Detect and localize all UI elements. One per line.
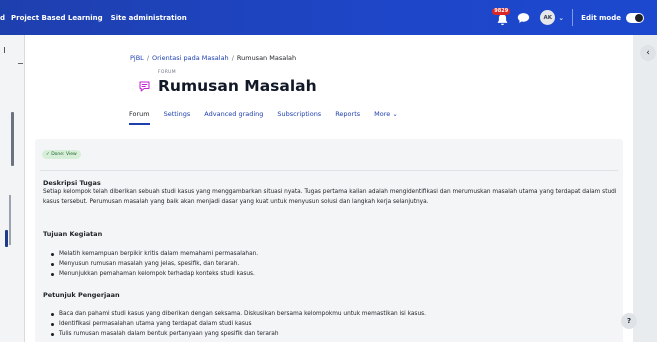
left-drawer-marker bbox=[4, 47, 5, 53]
list-tujuan: Melatih kemampuan berpikir kritis dalam … bbox=[50, 249, 259, 279]
completion-badge: ✓ Done: View bbox=[42, 150, 81, 159]
list-item: Baca dan pahami studi kasus yang diberik… bbox=[51, 311, 426, 317]
section-title-tujuan: Tujuan Kegiatan bbox=[43, 230, 103, 238]
tab-more[interactable]: More ⌄ bbox=[374, 110, 398, 123]
help-button[interactable]: ? bbox=[621, 313, 637, 329]
section-text-deskripsi: Setiap kelompok telah diberikan sebuah s… bbox=[43, 189, 617, 205]
chat-icon[interactable] bbox=[517, 12, 530, 24]
navbar-user-area: 9829 AK ⌄ Edit mode bbox=[492, 0, 657, 35]
page-title: Rumusan Masalah bbox=[158, 77, 317, 95]
breadcrumb-pjbl[interactable]: PjBL bbox=[130, 54, 144, 62]
left-drawer bbox=[0, 35, 25, 342]
tab-settings[interactable]: Settings bbox=[164, 110, 191, 123]
card-divider bbox=[40, 170, 618, 171]
list-item: Melatih kemampuan berpikir kritis dalam … bbox=[50, 251, 259, 257]
top-navbar: d Project Based Learning Site administra… bbox=[0, 0, 657, 35]
list-item: Menunjukkan pemahaman kelompok terhadap … bbox=[50, 269, 258, 279]
navbar-divider bbox=[572, 9, 574, 26]
notification-badge: 9829 bbox=[492, 7, 511, 15]
nav-item-site-administration[interactable]: Site administration bbox=[111, 14, 187, 22]
section-title-deskripsi: Deskripsi Tugas bbox=[43, 179, 101, 187]
notification-button[interactable]: 9829 bbox=[492, 7, 511, 25]
page-kicker: FORUM bbox=[158, 70, 176, 75]
edit-mode-label: Edit mode bbox=[581, 13, 621, 22]
breadcrumb-current: Rumusan Masalah bbox=[236, 54, 297, 62]
avatar[interactable]: AK bbox=[540, 10, 556, 25]
nav-item-cut[interactable]: d bbox=[0, 14, 5, 22]
edit-mode-toggle[interactable] bbox=[626, 12, 644, 23]
right-drawer bbox=[633, 35, 657, 342]
main-content: ✓ Done: View Deskripsi Tugas Setiap kelo… bbox=[25, 131, 633, 342]
tab-reports[interactable]: Reports bbox=[335, 110, 360, 123]
left-drawer-scrollbar[interactable] bbox=[11, 112, 14, 166]
tab-subscriptions[interactable]: Subscriptions bbox=[277, 110, 321, 123]
tab-advanced-grading[interactable]: Advanced grading bbox=[204, 110, 263, 123]
list-item: Tulis rumusan masalah dalam bentuk perta… bbox=[51, 329, 426, 339]
breadcrumb-orientasi[interactable]: Orientasi pada Masalah bbox=[152, 54, 229, 62]
secondary-nav: Forum Settings Advanced grading Subscrip… bbox=[129, 110, 412, 125]
left-drawer-active-indicator bbox=[5, 230, 8, 247]
section-title-petunjuk: Petunjuk Pengerjaan bbox=[43, 291, 120, 299]
left-drawer-divider bbox=[9, 195, 11, 245]
nav-item-project-based-learning[interactable]: Project Based Learning bbox=[11, 14, 103, 22]
tab-forum[interactable]: Forum bbox=[129, 110, 150, 125]
page-header: PjBL / Orientasi pada Masalah / Rumusan Masa… bbox=[25, 35, 633, 131]
drawer-toggle-button[interactable]: ‹ bbox=[640, 45, 656, 61]
breadcrumb-separator: / bbox=[146, 54, 150, 62]
list-petunjuk: Baca dan pahami studi kasus yang diberik… bbox=[51, 309, 426, 339]
left-drawer-dash bbox=[18, 63, 23, 64]
activity-description-card: ✓ Done: View Deskripsi Tugas Setiap kelo… bbox=[35, 139, 623, 342]
forum-icon bbox=[139, 81, 150, 92]
list-item: Menyusun rumusan masalah yang jelas, spe… bbox=[50, 259, 258, 269]
breadcrumb-separator: / bbox=[231, 54, 234, 62]
list-item: Identifikasi permasalahan utama yang ter… bbox=[51, 319, 426, 329]
chevron-down-icon[interactable]: ⌄ bbox=[558, 14, 564, 22]
breadcrumb: PjBL / Orientasi pada Masalah / Rumusan Masa… bbox=[130, 54, 296, 62]
